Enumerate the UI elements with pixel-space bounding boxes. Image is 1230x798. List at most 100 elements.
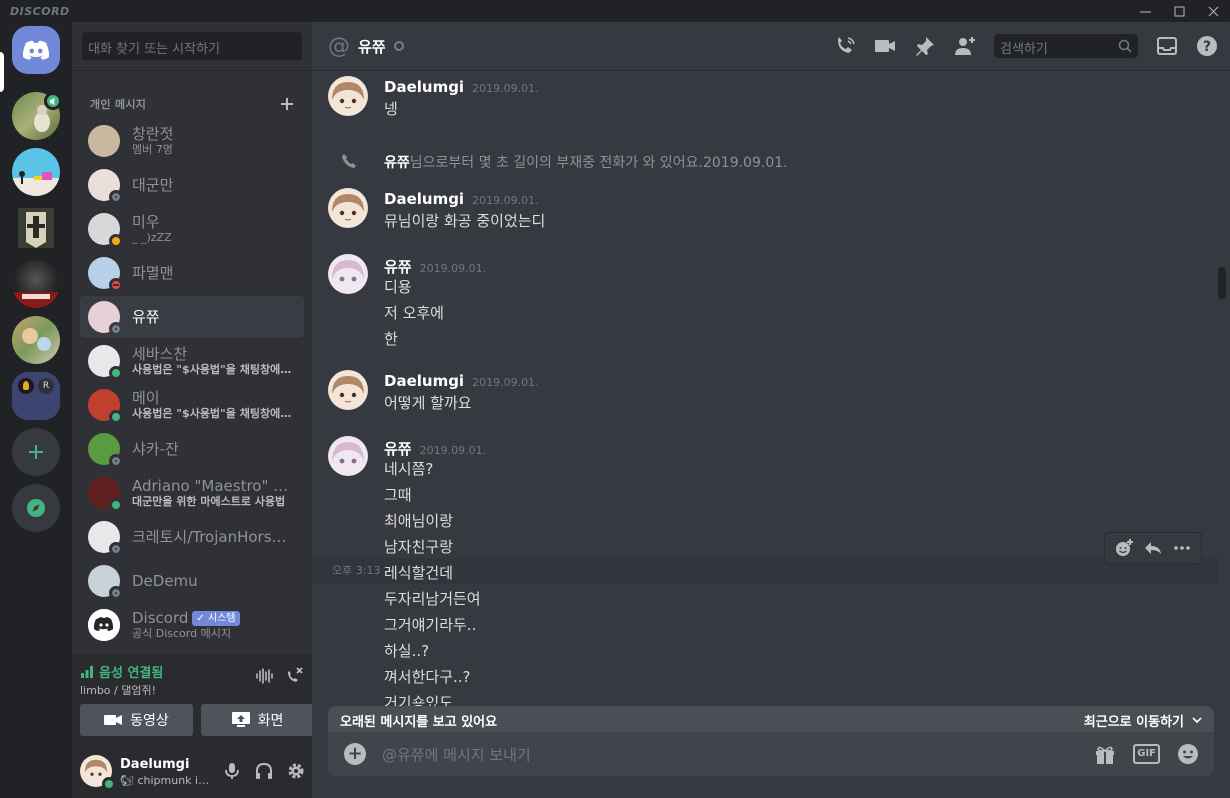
message-input[interactable]: @유쮸에 메시지 보내기 bbox=[382, 744, 531, 765]
dm-item[interactable]: 크레토시/TrojanHorse/pwn bbox=[80, 516, 304, 558]
reply-icon[interactable] bbox=[1143, 538, 1163, 558]
dm-item[interactable]: 창란젓 멤버 7명 bbox=[80, 120, 304, 162]
gift-icon[interactable] bbox=[1093, 742, 1117, 766]
dm-item[interactable]: 파멸맨 bbox=[80, 252, 304, 294]
dm-list: 창란젓 멤버 7명대군만 미우 _ _)zZZ 파멸맨유쮸세바스찬 사용법은 "$사용법"… bbox=[80, 120, 304, 648]
anime-avatar-icon bbox=[328, 370, 368, 410]
dm-item[interactable]: Adriano "Maestro" Ciocca대군만을 위한 마에스트로 사용… bbox=[80, 472, 304, 514]
jump-to-present-button[interactable]: 최근으로 이동하기 bbox=[1084, 711, 1202, 730]
inbox-icon[interactable] bbox=[1156, 35, 1178, 57]
pinned-messages-icon[interactable] bbox=[914, 35, 936, 57]
dm-subtext: _ _)zZZ bbox=[132, 231, 172, 244]
server-icon-dark[interactable] bbox=[12, 260, 60, 308]
message-text: 껴서한다구..? bbox=[384, 668, 471, 686]
emoji-icon[interactable] bbox=[1176, 742, 1200, 766]
speaker-icon bbox=[49, 97, 54, 105]
video-button-label: 동영상 bbox=[130, 713, 169, 729]
server-folder[interactable]: R bbox=[12, 372, 60, 420]
add-reaction-icon[interactable] bbox=[1114, 538, 1134, 558]
message-author: Daelumgi 2019.09.01. bbox=[384, 190, 539, 208]
helmet-icon bbox=[18, 208, 54, 248]
help-icon[interactable]: ? bbox=[1196, 35, 1218, 57]
dm-item[interactable]: 대군만 bbox=[80, 164, 304, 206]
gif-picker-button[interactable]: GIF bbox=[1133, 744, 1160, 764]
message-avatar[interactable] bbox=[328, 76, 368, 116]
headphones-icon[interactable] bbox=[254, 761, 274, 781]
avatar bbox=[88, 521, 123, 556]
header-search-input[interactable]: 검색하기 bbox=[994, 34, 1138, 58]
message-actions-toolbar bbox=[1104, 532, 1202, 564]
dm-item[interactable]: 샤카-잔 bbox=[80, 428, 304, 470]
noise-suppression-icon[interactable] bbox=[254, 666, 274, 686]
maximize-button[interactable] bbox=[1162, 0, 1196, 22]
voice-status[interactable]: 음성 연결됨 bbox=[80, 662, 163, 681]
add-friend-to-dm-icon[interactable] bbox=[954, 35, 976, 57]
author-name[interactable]: Daelumgi bbox=[384, 372, 464, 390]
dm-text: Discord ✓ 시스템 공식 Discord 메시지 bbox=[132, 609, 292, 641]
dm-item[interactable]: 유쮸 bbox=[80, 296, 304, 338]
header-toolbar: 검색하기 ? bbox=[834, 34, 1218, 58]
search-icon bbox=[1118, 39, 1132, 53]
message-text: 어떻게 할까요 bbox=[384, 394, 472, 412]
microphone-icon[interactable] bbox=[222, 761, 242, 781]
dm-item[interactable]: DeDemu bbox=[80, 560, 304, 602]
caller-name[interactable]: 유쮸 bbox=[384, 155, 410, 171]
chat-header: @ 유쮸 검색하기 ? bbox=[312, 22, 1230, 70]
dm-item[interactable]: Discord ✓ 시스템 공식 Discord 메시지 bbox=[80, 604, 304, 646]
server-icon-game[interactable] bbox=[12, 148, 60, 196]
message-text: 넹 bbox=[384, 100, 398, 118]
dm-name: 유쮸 bbox=[132, 308, 292, 326]
video-button[interactable]: 동영상 bbox=[80, 704, 193, 736]
photo-collage-icon bbox=[22, 328, 51, 351]
voice-channel-name[interactable]: limbo / 댈엄쥐! bbox=[80, 682, 156, 698]
dm-section-header: 개인 메시지 bbox=[90, 96, 294, 112]
message-avatar[interactable] bbox=[328, 254, 368, 294]
screen-share-button[interactable]: 화면 bbox=[201, 704, 314, 736]
message-text: 레식할건데 bbox=[384, 564, 454, 582]
close-button[interactable] bbox=[1196, 0, 1230, 22]
create-dm-icon[interactable] bbox=[280, 97, 294, 111]
dm-name: Discord ✓ 시스템 bbox=[132, 609, 292, 627]
torch-glyph bbox=[23, 381, 29, 390]
author-name[interactable]: Daelumgi bbox=[384, 78, 464, 96]
dm-text: Adriano "Maestro" Ciocca대군만을 위한 마에스트로 사용… bbox=[132, 477, 292, 509]
anime-avatar-icon bbox=[328, 76, 368, 116]
message-avatar[interactable] bbox=[328, 436, 368, 476]
more-options-icon[interactable] bbox=[1172, 538, 1192, 558]
dm-text: DeDemu bbox=[132, 572, 292, 590]
dm-item[interactable]: 세바스찬사용법은 "$사용법"을 채팅창에 쳐주세요! bbox=[80, 340, 304, 382]
dm-name: 세바스찬 bbox=[132, 345, 292, 363]
dm-item[interactable]: 미우 _ _)zZZ bbox=[80, 208, 304, 250]
find-conversation-button[interactable]: 대화 찾기 또는 시작하기 bbox=[82, 32, 302, 60]
dm-text: 창란젓 멤버 7명 bbox=[132, 125, 292, 157]
chevron-down-icon bbox=[1192, 717, 1202, 724]
recipient-status-icon bbox=[393, 41, 404, 51]
upload-plus-icon[interactable]: + bbox=[344, 743, 366, 765]
start-video-call-icon[interactable] bbox=[874, 35, 896, 57]
add-server-button[interactable] bbox=[12, 428, 60, 476]
status-offline-indicator bbox=[109, 190, 123, 204]
settings-gear-icon[interactable] bbox=[286, 761, 306, 781]
message-scrollbar[interactable] bbox=[1218, 267, 1226, 299]
dm-item[interactable]: 메이사용법은 "$사용법"을 채팅창에 쳐주세요! bbox=[80, 384, 304, 426]
message-text: 하실..? bbox=[384, 642, 430, 660]
server-icon-photo[interactable] bbox=[12, 316, 60, 364]
server-list: R bbox=[0, 22, 72, 798]
author-name[interactable]: Daelumgi bbox=[384, 190, 464, 208]
dm-sidebar: 대화 찾기 또는 시작하기 개인 메시지 창란젓 멤버 7명대군만 미우 _ _)zZ… bbox=[72, 22, 314, 798]
screen-share-label: 화면 bbox=[257, 713, 284, 729]
message-text: 디용 bbox=[384, 278, 412, 296]
server-icon-knight[interactable] bbox=[12, 204, 60, 252]
dm-name: 메이 bbox=[132, 389, 292, 407]
disconnect-icon[interactable] bbox=[284, 666, 304, 686]
discord-logo-icon bbox=[22, 40, 50, 60]
start-voice-call-icon[interactable] bbox=[834, 35, 856, 57]
explore-servers-button[interactable] bbox=[12, 484, 60, 532]
message-avatar[interactable] bbox=[328, 370, 368, 410]
minimize-button[interactable] bbox=[1128, 0, 1162, 22]
home-button[interactable] bbox=[12, 26, 60, 74]
message-timestamp: 2019.09.01. bbox=[472, 82, 539, 95]
message-avatar[interactable] bbox=[328, 188, 368, 228]
older-messages-banner: 오래된 메시지를 보고 있어요 최근으로 이동하기 bbox=[328, 706, 1214, 734]
dm-subtext: 사용법은 "$사용법"을 채팅창에 쳐주세요! bbox=[132, 363, 292, 376]
